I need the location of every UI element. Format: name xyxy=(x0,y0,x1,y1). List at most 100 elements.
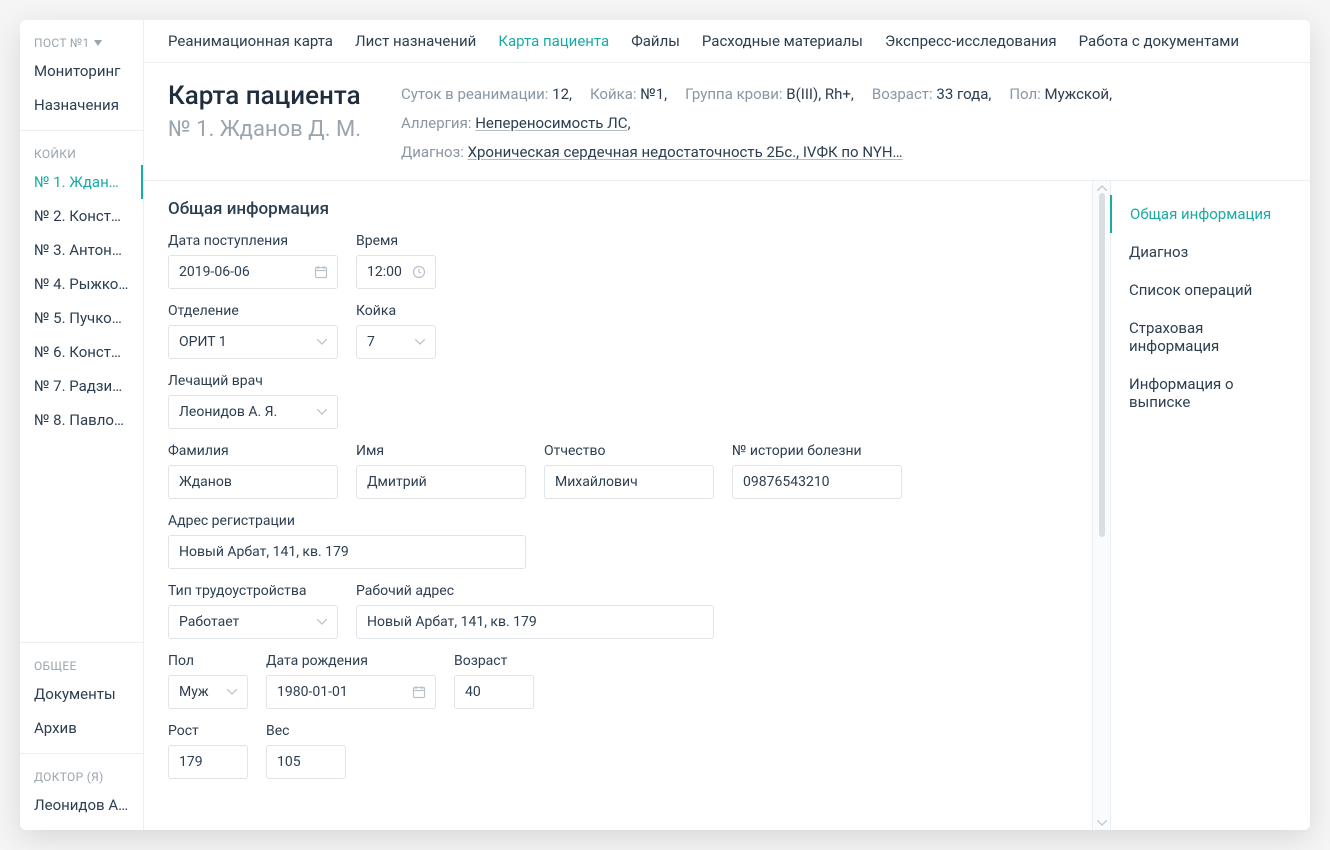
meta-allergy: Аллергия: Непереносимость ЛС, xyxy=(401,110,631,137)
chevron-down-icon xyxy=(415,339,425,345)
label-employment: Тип трудоустройства xyxy=(168,583,338,599)
sidebar-section-post: ПОСТ №1 Мониторинг Назначения xyxy=(20,20,143,131)
scroll-down-icon[interactable] xyxy=(1097,818,1107,828)
bed-item-5[interactable]: № 5. Пучков… xyxy=(20,301,143,335)
lastname-input[interactable]: Жданов xyxy=(168,465,338,499)
dob-input[interactable]: 1980-01-01 xyxy=(266,675,436,709)
post-selector[interactable]: ПОСТ №1 xyxy=(20,28,143,54)
tab-consumables[interactable]: Расходные материалы xyxy=(702,32,863,50)
chevron-down-icon xyxy=(317,619,327,625)
bed-item-7[interactable]: № 7. Радзих… xyxy=(20,369,143,403)
field-weight: Вес 105 xyxy=(266,723,346,779)
general-header: ОБЩЕЕ xyxy=(20,651,143,677)
field-firstname: Имя Дмитрий xyxy=(356,443,526,499)
meta-sex: Пол: Мужской, xyxy=(1009,81,1112,108)
chevron-down-icon xyxy=(227,689,237,695)
patient-meta: Суток в реанимации: 12, Койка: №1, Групп… xyxy=(401,81,1286,166)
form-scrollbar[interactable] xyxy=(1092,181,1110,830)
sidebar-section-beds: КОЙКИ № 1. Ждано … № 2. Конста… № 3. Ант… xyxy=(20,131,143,643)
anchor-operations[interactable]: Список операций xyxy=(1111,271,1310,309)
tab-resuscitation-card[interactable]: Реанимационная карта xyxy=(168,32,333,50)
caret-down-icon xyxy=(94,40,102,46)
admit-date-input[interactable]: 2019-06-06 xyxy=(168,255,338,289)
label-age: Возраст xyxy=(454,653,534,669)
sex-select[interactable]: Муж xyxy=(168,675,248,709)
label-height: Рост xyxy=(168,723,248,739)
sidebar-item-documents[interactable]: Документы xyxy=(20,677,143,711)
form-area: Общая информация Дата поступления 2019-0… xyxy=(144,181,1092,830)
bed-select[interactable]: 7 xyxy=(356,325,436,359)
sidebar-item-assignments[interactable]: Назначения xyxy=(20,88,143,122)
beds-header: КОЙКИ xyxy=(20,139,143,165)
field-doctor: Лечащий врач Леонидов А. Я. xyxy=(168,373,338,429)
tab-express-research[interactable]: Экспресс-исследования xyxy=(885,32,1057,50)
sidebar-item-archive[interactable]: Архив xyxy=(20,711,143,745)
history-no-input[interactable]: 09876543210 xyxy=(732,465,902,499)
label-admit-date: Дата поступления xyxy=(168,233,338,249)
field-bed: Койка 7 xyxy=(356,303,436,359)
label-weight: Вес xyxy=(266,723,346,739)
patronymic-input[interactable]: Михайлович xyxy=(544,465,714,499)
field-sex: Пол Муж xyxy=(168,653,248,709)
weight-input[interactable]: 105 xyxy=(266,745,346,779)
label-firstname: Имя xyxy=(356,443,526,459)
anchor-discharge[interactable]: Информация о выписке xyxy=(1111,365,1310,421)
label-sex: Пол xyxy=(168,653,248,669)
label-work-address: Рабочий адрес xyxy=(356,583,714,599)
scrollbar-track[interactable] xyxy=(1099,193,1105,818)
bed-item-2[interactable]: № 2. Конста… xyxy=(20,199,143,233)
scroll-up-icon[interactable] xyxy=(1097,183,1107,193)
work-address-input[interactable]: Новый Арбат, 141, кв. 179 xyxy=(356,605,714,639)
reg-address-input[interactable]: Новый Арбат, 141, кв. 179 xyxy=(168,535,526,569)
tab-documents[interactable]: Работа с документами xyxy=(1079,32,1239,50)
age-input[interactable]: 40 xyxy=(454,675,534,709)
time-input[interactable]: 12:00 xyxy=(356,255,436,289)
tab-patient-card[interactable]: Карта пациента xyxy=(498,32,609,50)
scrollbar-thumb[interactable] xyxy=(1099,193,1105,537)
content-wrap: Общая информация Дата поступления 2019-0… xyxy=(144,180,1310,830)
field-admit-date: Дата поступления 2019-06-06 xyxy=(168,233,338,289)
sidebar-item-monitoring[interactable]: Мониторинг xyxy=(20,54,143,88)
main-area: Реанимационная карта Лист назначений Кар… xyxy=(144,20,1310,830)
field-age: Возраст 40 xyxy=(454,653,534,709)
field-dob: Дата рождения 1980-01-01 xyxy=(266,653,436,709)
employment-select[interactable]: Работает xyxy=(168,605,338,639)
bed-item-4[interactable]: № 4. Рыжко… xyxy=(20,267,143,301)
label-dob: Дата рождения xyxy=(266,653,436,669)
department-select[interactable]: ОРИТ 1 xyxy=(168,325,338,359)
label-time: Время xyxy=(356,233,436,249)
doctor-header: ДОКТОР (Я) xyxy=(20,762,143,788)
sidebar: ПОСТ №1 Мониторинг Назначения КОЙКИ № 1.… xyxy=(20,20,144,830)
app-frame: ПОСТ №1 Мониторинг Назначения КОЙКИ № 1.… xyxy=(20,20,1310,830)
firstname-input[interactable]: Дмитрий xyxy=(356,465,526,499)
page-title: Карта пациента xyxy=(168,81,361,111)
meta-bed: Койка: №1, xyxy=(590,81,667,108)
field-lastname: Фамилия Жданов xyxy=(168,443,338,499)
sidebar-section-doctor: ДОКТОР (Я) Леонидов А. … xyxy=(20,754,143,830)
bed-item-8[interactable]: № 8. Павлов… xyxy=(20,403,143,437)
label-history-no: № истории болезни xyxy=(732,443,902,459)
tab-files[interactable]: Файлы xyxy=(631,32,680,50)
label-reg-address: Адрес регистрации xyxy=(168,513,526,529)
bed-item-6[interactable]: № 6. Конста… xyxy=(20,335,143,369)
anchor-general[interactable]: Общая информация xyxy=(1110,195,1310,233)
meta-blood: Группа крови: B(III), Rh+, xyxy=(685,81,854,108)
field-time: Время 12:00 xyxy=(356,233,436,289)
anchor-insurance[interactable]: Страховая информация xyxy=(1111,309,1310,365)
section-title-general: Общая информация xyxy=(168,199,1068,219)
doctor-select[interactable]: Леонидов А. Я. xyxy=(168,395,338,429)
field-employment: Тип трудоустройства Работает xyxy=(168,583,338,639)
anchor-diagnosis[interactable]: Диагноз xyxy=(1111,233,1310,271)
top-tabs: Реанимационная карта Лист назначений Кар… xyxy=(144,20,1310,63)
height-input[interactable]: 179 xyxy=(168,745,248,779)
chevron-down-icon xyxy=(317,339,327,345)
tab-assignment-sheet[interactable]: Лист назначений xyxy=(355,32,476,50)
field-patronymic: Отчество Михайлович xyxy=(544,443,714,499)
field-work-address: Рабочий адрес Новый Арбат, 141, кв. 179 xyxy=(356,583,714,639)
label-lastname: Фамилия xyxy=(168,443,338,459)
bed-item-3[interactable]: № 3. Антоне… xyxy=(20,233,143,267)
label-department: Отделение xyxy=(168,303,338,319)
page-header: Карта пациента № 1. Жданов Д. М. Суток в… xyxy=(144,63,1310,180)
bed-item-1[interactable]: № 1. Ждано … xyxy=(20,165,143,199)
sidebar-item-doctor[interactable]: Леонидов А. … xyxy=(20,788,143,822)
